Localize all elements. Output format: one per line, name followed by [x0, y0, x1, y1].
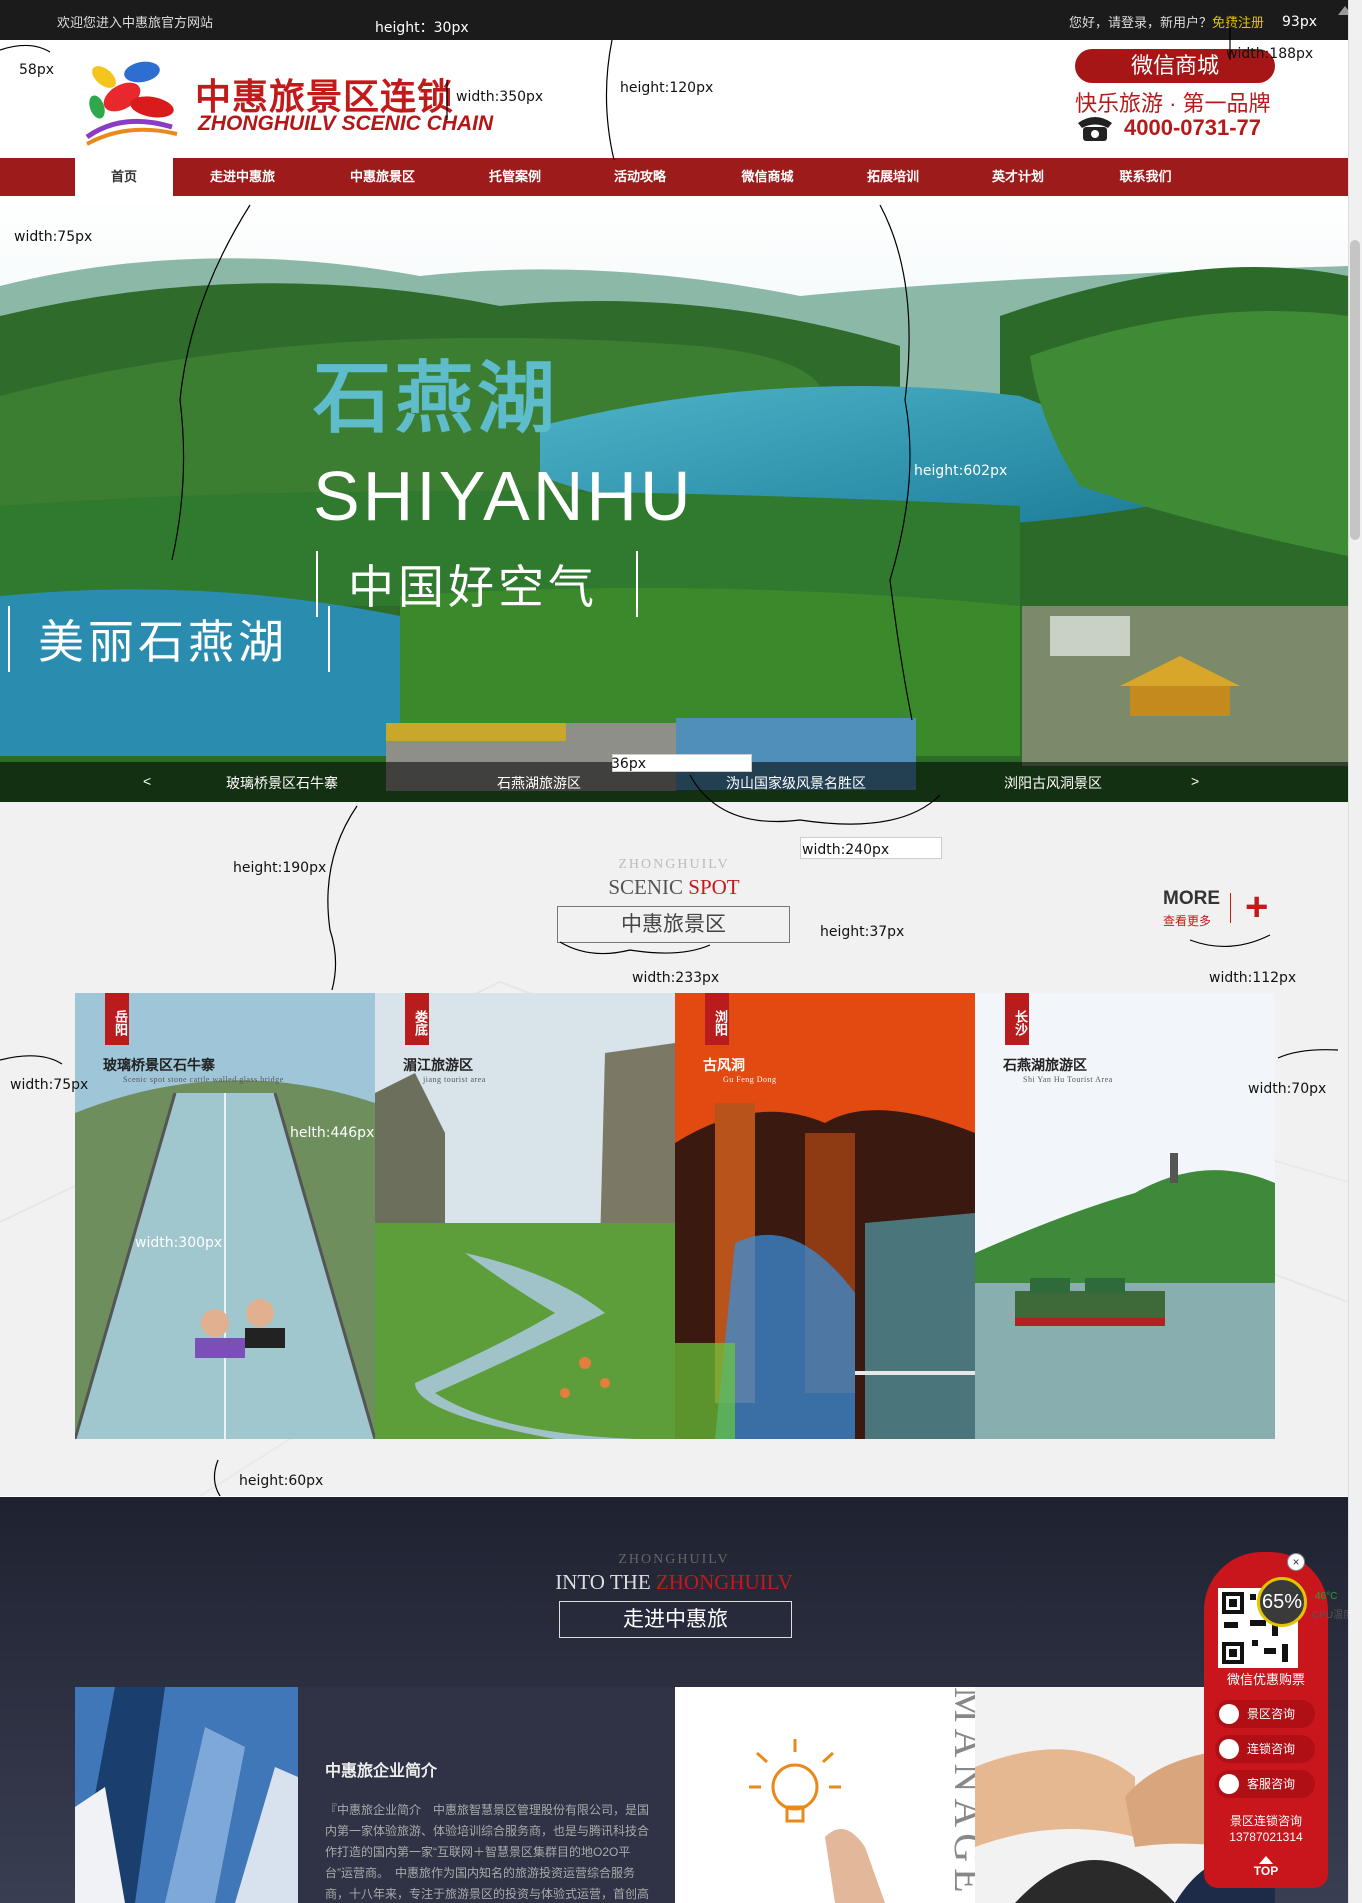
annotation-strokes	[0, 18, 1339, 1497]
scrollbar-thumb[interactable]	[1350, 240, 1360, 540]
cpu-label: CPU温度	[1312, 1610, 1354, 1621]
about-heading-en-part2: ZHONGHUILV	[655, 1570, 793, 1594]
cpu-usage-gauge[interactable]: 65%	[1257, 1577, 1307, 1627]
chat-icon	[1219, 1704, 1239, 1724]
service-consult-button[interactable]: 客服咨询	[1215, 1770, 1315, 1798]
close-icon[interactable]: ×	[1287, 1553, 1305, 1571]
about-body: 『中惠旅企业简介 中惠旅智慧景区管理股份有限公司，是国内第一家体验旅游、体验培训…	[325, 1803, 650, 1901]
scenic-consult-label: 景区咨询	[1247, 1707, 1296, 1721]
service-consult-label: 客服咨询	[1247, 1777, 1296, 1791]
lightbulb-drawing	[675, 1687, 975, 1903]
arrow-up-icon	[1259, 1856, 1273, 1864]
lightbulb-image: MANAGE	[675, 1687, 991, 1903]
skyscrapers-image	[75, 1687, 298, 1903]
about-heading-cn: 走进中惠旅	[559, 1601, 792, 1638]
about-heading-en-part1: INTO THE	[555, 1570, 656, 1594]
back-to-top-label: TOP	[1253, 1864, 1279, 1878]
chat-icon	[1219, 1774, 1239, 1794]
back-to-top-button[interactable]: TOP	[1246, 1856, 1286, 1878]
chain-consult-label: 连锁咨询	[1247, 1742, 1296, 1756]
about-heading-en: INTO THE ZHONGHUILV	[520, 1570, 828, 1595]
qr-label: 微信优惠购票	[1226, 1672, 1305, 1687]
chat-icon	[1219, 1739, 1239, 1759]
about-title: 中惠旅企业简介	[325, 1763, 438, 1780]
cpu-temperature: 46°C	[1315, 1591, 1338, 1602]
scenic-consult-button[interactable]: 景区咨询	[1215, 1700, 1315, 1728]
chain-consult-button[interactable]: 连锁咨询	[1215, 1735, 1315, 1763]
about-heading-small: ZHONGHUILV	[618, 1552, 730, 1567]
hotline-label: 景区连锁咨询	[1229, 1814, 1302, 1828]
hotline-mobile: 13787021314	[1229, 1830, 1303, 1844]
